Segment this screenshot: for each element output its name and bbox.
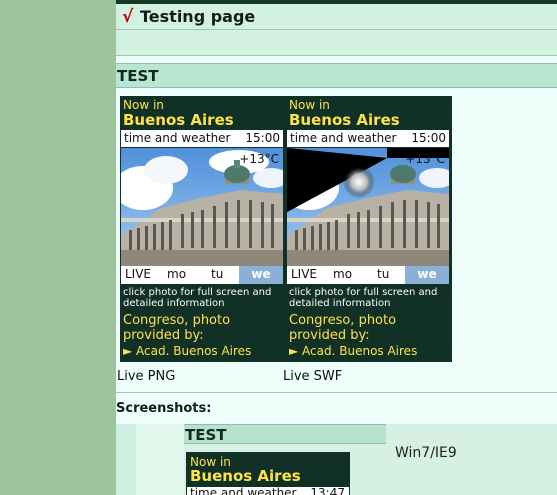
widget-provider-link[interactable]: ► Acad. Buenos Aires [289,344,417,358]
screenshot-column-strip [116,424,136,495]
widget-photo[interactable]: +13°C [121,148,283,266]
weather-widget-png[interactable]: Now in Buenos Aires time and weather 15:… [120,96,286,362]
widget-time: 15:00 [411,131,446,145]
widget-photo[interactable]: +13°C [287,148,449,266]
day-tab-we[interactable]: we [405,266,449,284]
page-title: Testing page [140,7,256,26]
day-tab-live[interactable]: LIVE [125,267,151,281]
widget-hint: click photo for full screen and detailed… [123,287,272,309]
page-title-bar: √ Testing page [116,0,557,30]
day-tab-mo[interactable]: mo [333,267,352,281]
mini-time: 13:47 [310,486,345,495]
widget-time: 15:00 [245,131,280,145]
widget-city[interactable]: Buenos Aires [289,111,400,129]
widget-city[interactable]: Buenos Aires [123,111,234,129]
title-spacer-bar [116,30,557,56]
widget-provider-link[interactable]: ► Acad. Buenos Aires [123,344,251,358]
widget-day-tabs: LIVE mo tu we [121,266,283,284]
check-icon: √ [122,7,134,27]
screenshot-section-header: TEST [184,424,386,444]
widget-time-bar: time and weather 15:00 [287,130,449,147]
screenshot-os-label: Win7/IE9 [395,445,457,461]
widget-now-in: Now in [289,98,330,112]
mini-time-bar: time and weather 13:47 [187,486,349,495]
section-divider [116,392,557,393]
caption-live-swf: Live SWF [283,369,343,384]
widget-temperature: +13°C [405,152,445,166]
widget-photo-credit: Congreso, photo provided by: [289,313,397,343]
widget-time-weather-label: time and weather [124,131,231,145]
screenshots-heading: Screenshots: [116,401,212,416]
day-tab-tu[interactable]: tu [211,267,223,281]
day-tab-mo[interactable]: mo [167,267,186,281]
widget-now-in: Now in [123,98,164,112]
screenshot-section-title: TEST [185,426,227,444]
widget-hint: click photo for full screen and detailed… [289,287,438,309]
screenshot-column-strip [136,424,184,495]
section-header: TEST [116,63,557,88]
mini-time-weather-label: time and weather [190,486,297,495]
left-sidebar-strip [0,0,116,495]
section-title: TEST [117,67,159,85]
screenshot-weather-widget: Now in Buenos Aires time and weather 13:… [186,452,350,495]
weather-widget-swf[interactable]: Now in Buenos Aires time and weather 15:… [286,96,452,362]
widget-day-tabs: LIVE mo tu we [287,266,449,284]
widget-time-weather-label: time and weather [290,131,397,145]
day-tab-we[interactable]: we [239,266,283,284]
widget-temperature: +13°C [239,152,279,166]
widget-photo-credit: Congreso, photo provided by: [123,313,231,343]
caption-live-png: Live PNG [117,369,176,384]
day-tab-tu[interactable]: tu [377,267,389,281]
widget-time-bar: time and weather 15:00 [121,130,283,147]
day-tab-live[interactable]: LIVE [291,267,317,281]
mini-city: Buenos Aires [190,467,301,485]
